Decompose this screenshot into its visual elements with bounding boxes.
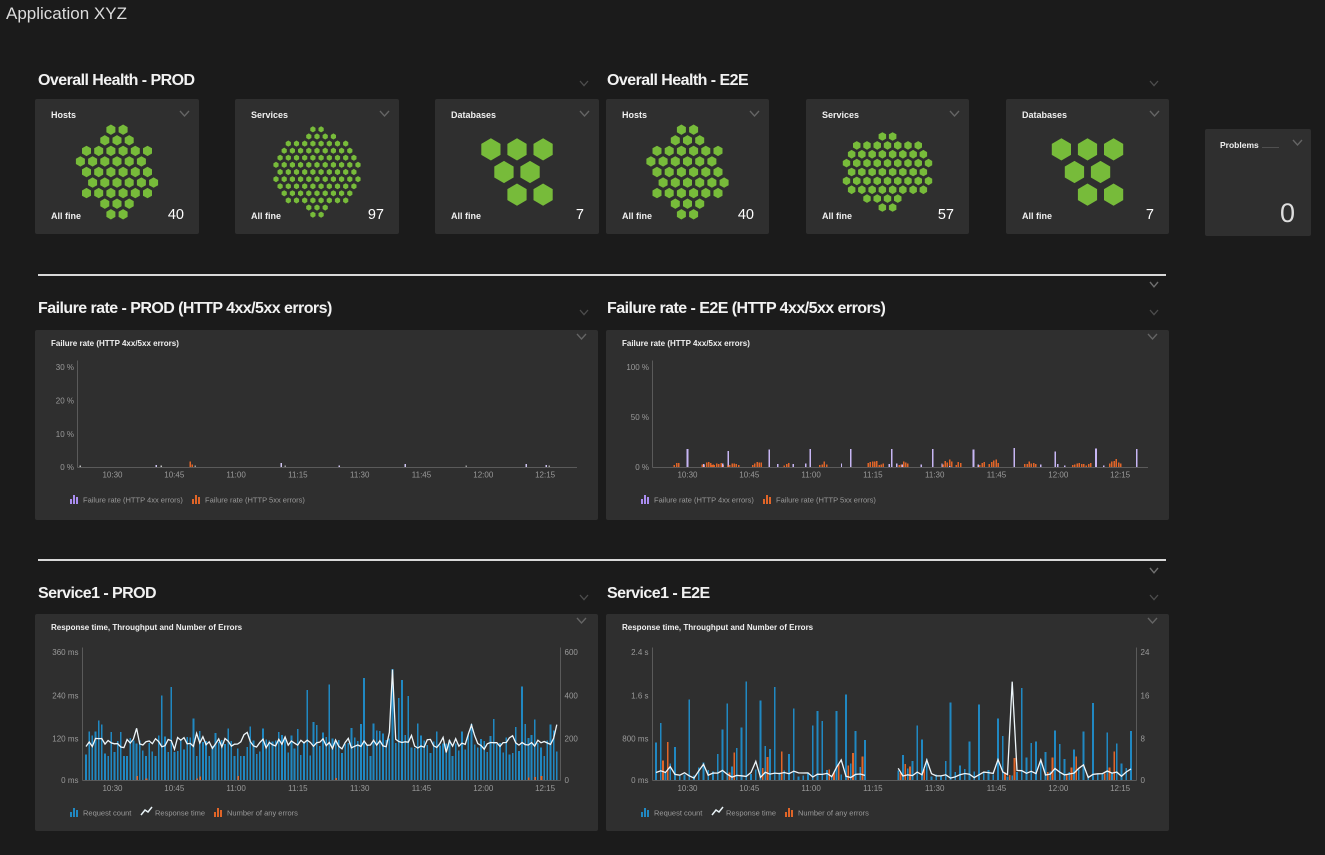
svg-text:800 ms: 800 ms xyxy=(622,735,648,744)
svg-text:Failure rate (HTTP 4xx errors): Failure rate (HTTP 4xx errors) xyxy=(83,496,183,505)
svg-text:0 ms: 0 ms xyxy=(631,776,648,785)
svg-text:10:45: 10:45 xyxy=(739,784,760,793)
svg-text:11:45: 11:45 xyxy=(412,784,432,793)
svg-text:200: 200 xyxy=(565,735,579,744)
svg-text:24: 24 xyxy=(1141,648,1150,657)
svg-text:10:30: 10:30 xyxy=(677,471,698,480)
svg-text:0: 0 xyxy=(1141,776,1146,785)
svg-text:Response time: Response time xyxy=(726,809,776,818)
svg-text:Failure rate (HTTP 5xx errors): Failure rate (HTTP 5xx errors) xyxy=(205,496,305,505)
svg-text:10:30: 10:30 xyxy=(102,784,123,793)
svg-text:10:30: 10:30 xyxy=(102,471,123,480)
svg-text:10 %: 10 % xyxy=(56,430,74,439)
svg-text:12:15: 12:15 xyxy=(535,471,556,480)
svg-text:0 %: 0 % xyxy=(635,463,649,472)
svg-text:12:00: 12:00 xyxy=(1048,471,1069,480)
svg-text:12:00: 12:00 xyxy=(473,784,494,793)
svg-text:2.4 s: 2.4 s xyxy=(631,648,648,657)
svg-text:Request count: Request count xyxy=(83,809,132,818)
svg-text:8: 8 xyxy=(1141,735,1146,744)
svg-text:Failure rate (HTTP 5xx errors): Failure rate (HTTP 5xx errors) xyxy=(776,496,876,505)
svg-text:12:15: 12:15 xyxy=(535,784,556,793)
svg-text:11:00: 11:00 xyxy=(801,784,821,793)
svg-text:600: 600 xyxy=(565,648,579,657)
svg-text:Number of any errors: Number of any errors xyxy=(798,809,869,818)
svg-text:360 ms: 360 ms xyxy=(52,648,78,657)
svg-text:11:45: 11:45 xyxy=(987,784,1007,793)
svg-text:Failure rate (HTTP 4xx errors): Failure rate (HTTP 4xx errors) xyxy=(654,496,754,505)
svg-text:1.6 s: 1.6 s xyxy=(631,692,648,701)
svg-text:100 %: 100 % xyxy=(626,363,649,372)
svg-text:11:45: 11:45 xyxy=(987,471,1007,480)
svg-text:11:15: 11:15 xyxy=(288,471,308,480)
svg-text:12:00: 12:00 xyxy=(473,471,494,480)
svg-text:Number of any errors: Number of any errors xyxy=(227,809,298,818)
svg-text:30 %: 30 % xyxy=(56,363,74,372)
svg-text:120 ms: 120 ms xyxy=(52,735,78,744)
svg-text:12:15: 12:15 xyxy=(1110,471,1131,480)
svg-text:0: 0 xyxy=(565,776,570,785)
svg-text:12:00: 12:00 xyxy=(1048,784,1069,793)
svg-text:12:15: 12:15 xyxy=(1110,784,1131,793)
svg-text:240 ms: 240 ms xyxy=(52,692,78,701)
svg-text:50 %: 50 % xyxy=(631,413,649,422)
svg-text:10:45: 10:45 xyxy=(164,471,185,480)
svg-text:11:30: 11:30 xyxy=(350,471,370,480)
svg-text:11:00: 11:00 xyxy=(801,471,821,480)
svg-text:11:00: 11:00 xyxy=(226,471,246,480)
svg-text:10:45: 10:45 xyxy=(739,471,760,480)
svg-text:11:30: 11:30 xyxy=(925,471,945,480)
svg-text:Response time: Response time xyxy=(155,809,205,818)
svg-text:0 %: 0 % xyxy=(60,463,74,472)
svg-text:11:45: 11:45 xyxy=(412,471,432,480)
svg-text:11:15: 11:15 xyxy=(863,784,883,793)
svg-text:11:30: 11:30 xyxy=(925,784,945,793)
svg-text:11:00: 11:00 xyxy=(226,784,246,793)
svg-text:16: 16 xyxy=(1141,692,1150,701)
svg-text:10:45: 10:45 xyxy=(164,784,185,793)
svg-text:20 %: 20 % xyxy=(56,397,74,406)
svg-text:400: 400 xyxy=(565,692,579,701)
svg-text:11:15: 11:15 xyxy=(863,471,883,480)
svg-text:Request count: Request count xyxy=(654,809,703,818)
svg-text:11:30: 11:30 xyxy=(350,784,370,793)
svg-text:0 ms: 0 ms xyxy=(61,776,78,785)
svg-text:10:30: 10:30 xyxy=(677,784,698,793)
svg-text:11:15: 11:15 xyxy=(288,784,308,793)
